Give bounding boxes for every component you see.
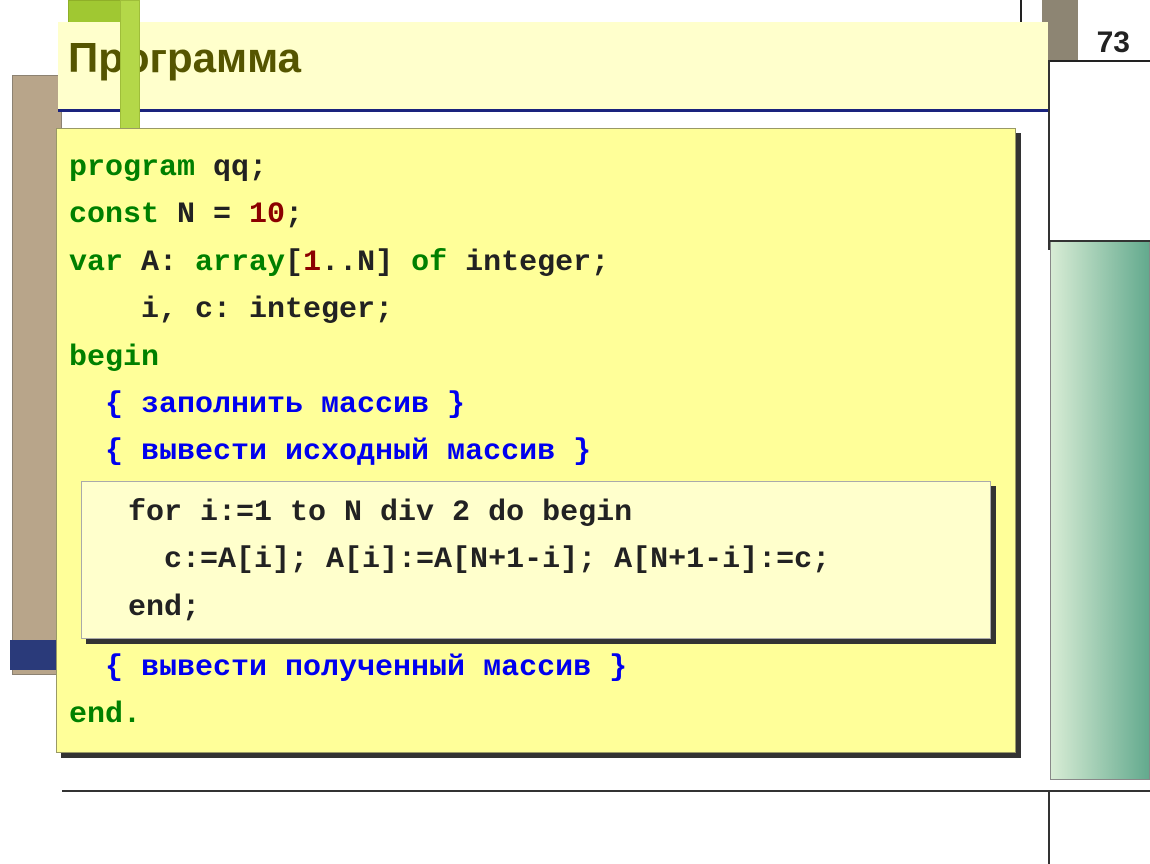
code-line: end. <box>69 692 1003 739</box>
deco-line <box>62 790 1062 792</box>
highlight-block: for i:=1 to N div 2 do begin c:=A[i]; A[… <box>81 481 991 639</box>
deco-frame <box>1048 790 1150 864</box>
code-line: end; <box>92 585 980 632</box>
code-line: var A: array[1..N] of integer; <box>69 240 1003 287</box>
code-line: i, c: integer; <box>69 287 1003 334</box>
code-comment: { вывести исходный массив } <box>69 429 1003 476</box>
code-line: program qq; <box>69 145 1003 192</box>
code-line: c:=A[i]; A[i]:=A[N+1-i]; A[N+1-i]:=c; <box>92 537 980 584</box>
deco-line <box>1048 240 1150 242</box>
code-block: program qq; const N = 10; var A: array[1… <box>56 128 1016 753</box>
deco-rect <box>10 640 62 670</box>
code-comment: { вывести полученный массив } <box>69 645 1003 692</box>
code-line: for i:=1 to N div 2 do begin <box>92 490 980 537</box>
deco-rect <box>1050 240 1150 780</box>
code-comment: { заполнить массив } <box>69 382 1003 429</box>
code-line: begin <box>69 335 1003 382</box>
deco-rect <box>12 75 62 675</box>
deco-line <box>1048 60 1050 250</box>
code-line: const N = 10; <box>69 192 1003 239</box>
slide-title: Программа <box>68 34 1048 82</box>
slide-title-bar: Программа <box>58 22 1048 112</box>
page-number: 73 <box>1097 26 1130 60</box>
